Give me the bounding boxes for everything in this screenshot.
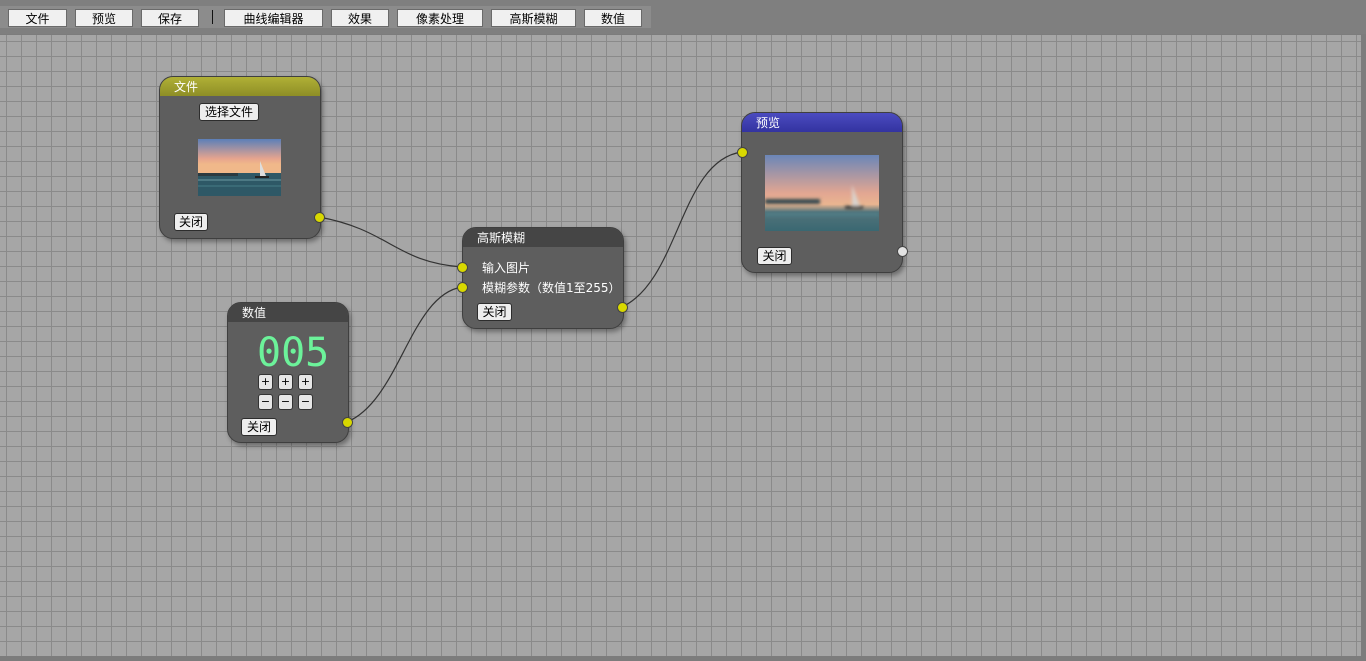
decrement-ones-button[interactable]: − (298, 394, 313, 410)
toolbar: 文件 预览 保存 曲线编辑器 效果 像素处理 高斯模糊 数值 (0, 0, 1366, 34)
blur-close-button[interactable]: 关闭 (477, 303, 512, 321)
value-close-button[interactable]: 关闭 (241, 418, 277, 436)
preview-blurred-image (765, 155, 879, 231)
increment-hundreds-button[interactable]: + (258, 374, 273, 390)
value-button[interactable]: 数值 (584, 9, 642, 27)
preview-close-button[interactable]: 关闭 (757, 247, 792, 265)
decrement-tens-button[interactable]: − (278, 394, 293, 410)
file-node[interactable]: 文件 选择文件 关闭 (159, 76, 325, 239)
file-close-button[interactable]: 关闭 (174, 213, 208, 231)
bottom-edge (0, 656, 1366, 661)
preview-node[interactable]: 预览 关闭 (737, 112, 908, 273)
pixel-process-button[interactable]: 像素处理 (397, 9, 483, 27)
increment-tens-button[interactable]: + (278, 374, 293, 390)
select-file-button[interactable]: 选择文件 (199, 103, 259, 121)
input-image-label: 输入图片 (482, 261, 531, 275)
file-thumbnail-image (198, 139, 281, 196)
gaussian-blur-node[interactable]: 高斯模糊 输入图片 模糊参数（数值1至255） 关闭 (457, 227, 628, 329)
save-button[interactable]: 保存 (141, 9, 199, 27)
gaussian-blur-node-header[interactable]: 高斯模糊 (463, 228, 623, 247)
blur-input-image-port[interactable] (457, 262, 468, 273)
curve-editor-button[interactable]: 曲线编辑器 (224, 9, 323, 27)
preview-button[interactable]: 预览 (75, 9, 133, 27)
effects-button[interactable]: 效果 (331, 9, 389, 27)
value-node[interactable]: 数值 005 + + + − − − 关闭 (227, 302, 353, 443)
blur-param-label: 模糊参数（数值1至255） (482, 281, 621, 295)
value-node-header[interactable]: 数值 (228, 303, 348, 322)
value-digits-display: 005 (257, 330, 330, 376)
increment-ones-button[interactable]: + (298, 374, 313, 390)
value-output-port[interactable] (342, 417, 353, 428)
preview-input-port[interactable] (737, 147, 748, 158)
decrement-hundreds-button[interactable]: − (258, 394, 273, 410)
toolbar-separator (212, 10, 213, 24)
file-node-header[interactable]: 文件 (160, 77, 320, 96)
gaussian-blur-button[interactable]: 高斯模糊 (491, 9, 576, 27)
blur-output-port[interactable] (617, 302, 628, 313)
file-output-port[interactable] (314, 212, 325, 223)
blur-param-port[interactable] (457, 282, 468, 293)
preview-node-header[interactable]: 预览 (742, 113, 902, 132)
file-button[interactable]: 文件 (8, 9, 67, 27)
preview-output-port[interactable] (897, 246, 908, 257)
